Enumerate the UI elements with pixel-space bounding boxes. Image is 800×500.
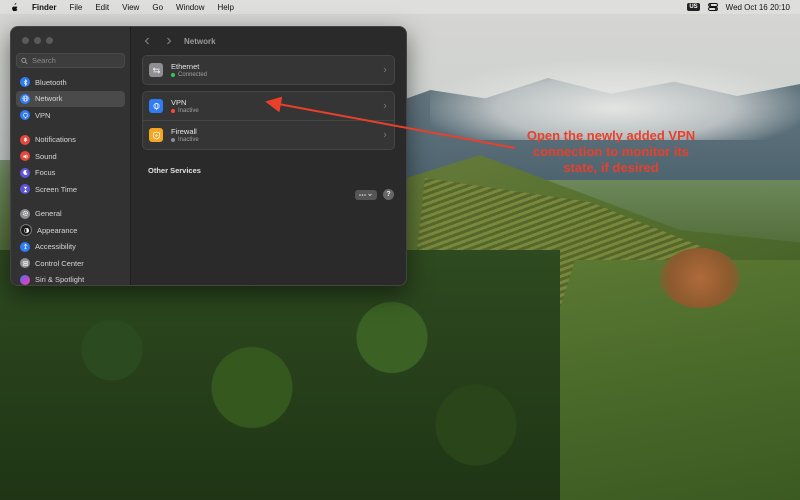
back-button[interactable] — [142, 36, 152, 46]
annotation-text: Open the newly added VPN connection to m… — [526, 128, 696, 175]
menu-edit[interactable]: Edit — [95, 3, 109, 12]
sidebar-item-label: Bluetooth — [35, 77, 67, 87]
status-dot — [171, 138, 175, 142]
more-options-button[interactable] — [355, 189, 377, 200]
sidebar-item-label: VPN — [35, 110, 51, 120]
sidebar-spacer — [11, 198, 130, 206]
close-window-button[interactable] — [22, 37, 29, 44]
sidebar-item-label: Appearance — [37, 225, 78, 235]
sidebar-search — [16, 53, 125, 68]
menu-app-finder[interactable]: Finder — [32, 3, 56, 12]
sidebar-item-network[interactable]: Network — [16, 90, 125, 107]
service-row-ethernet[interactable]: Ethernet Connected — [143, 56, 394, 84]
service-status-text: Connected — [178, 72, 208, 78]
sidebar-spacer — [11, 124, 130, 132]
chevron-right-icon — [167, 37, 172, 45]
window-controls — [11, 27, 130, 44]
sidebar-list: Bluetooth Network VPN Notifications Soun… — [11, 74, 130, 286]
ellipsis-chevron-icon — [359, 193, 372, 196]
firewall-icon — [149, 128, 163, 142]
sidebar-item-label: Sound — [35, 151, 57, 161]
sidebar-item-label: General — [35, 209, 62, 219]
settings-content: Network Ethernet Connected VPN Inactive … — [132, 27, 406, 285]
menu-bar: Finder File Edit View Go Window Help US … — [0, 0, 800, 14]
sidebar-item-bluetooth[interactable]: Bluetooth — [16, 74, 125, 91]
status-dot — [171, 73, 175, 77]
bell-icon — [20, 134, 30, 145]
sidebar-item-vpn[interactable]: VPN — [16, 107, 125, 124]
chevron-right-icon — [383, 67, 387, 73]
service-name: Firewall — [171, 127, 197, 136]
service-name: VPN — [171, 98, 187, 107]
sidebar-item-focus[interactable]: Focus — [16, 165, 125, 182]
chevron-right-icon — [383, 132, 387, 138]
system-settings-window: Bluetooth Network VPN Notifications Soun… — [10, 26, 407, 286]
sidebar-item-label: Notifications — [35, 135, 76, 145]
status-dot — [171, 109, 175, 113]
wallpaper-forest — [0, 250, 560, 500]
chevron-left-icon — [144, 37, 149, 45]
input-source-badge[interactable]: US — [687, 3, 700, 11]
menu-view[interactable]: View — [122, 3, 139, 12]
service-status: Inactive — [171, 137, 199, 143]
service-status: Connected — [171, 72, 207, 78]
other-services-heading: Other Services — [148, 166, 201, 175]
content-toolbar: Network — [132, 27, 406, 55]
sidebar-item-label: Siri & Spotlight — [35, 275, 85, 285]
menu-file[interactable]: File — [69, 3, 82, 12]
bluetooth-icon — [20, 77, 30, 88]
apple-logo-icon[interactable] — [10, 2, 19, 12]
speaker-icon — [20, 151, 30, 162]
sidebar-item-accessibility[interactable]: Accessibility — [16, 239, 125, 256]
service-row-firewall[interactable]: Firewall Inactive — [143, 120, 394, 149]
sidebar-item-label: Accessibility — [35, 242, 76, 252]
page-title: Network — [184, 36, 216, 46]
sidebar-item-sound[interactable]: Sound — [16, 148, 125, 165]
appearance-icon — [20, 224, 32, 237]
services-card: VPN Inactive Firewall Inactive — [142, 91, 395, 150]
sidebar-item-label: Screen Time — [35, 184, 78, 194]
service-status-text: Inactive — [178, 137, 199, 143]
zoom-window-button[interactable] — [46, 37, 53, 44]
sidebar-item-label: Control Center — [35, 258, 84, 268]
hourglass-icon — [20, 184, 30, 195]
sidebar-item-general[interactable]: General — [16, 206, 125, 223]
vpn-icon — [20, 110, 30, 121]
chevron-right-icon — [383, 103, 387, 109]
gear-icon — [20, 208, 30, 219]
control-center-icon — [20, 258, 30, 269]
bottom-controls: ? — [355, 189, 394, 200]
menu-help[interactable]: Help — [217, 3, 233, 12]
sidebar-item-notifications[interactable]: Notifications — [16, 132, 125, 149]
accessibility-icon — [20, 241, 30, 252]
search-input[interactable] — [28, 55, 124, 66]
vpn-globe-icon — [149, 99, 163, 113]
menu-window[interactable]: Window — [176, 3, 204, 12]
search-icon — [21, 57, 28, 64]
ethernet-icon — [149, 63, 163, 77]
menu-clock[interactable]: Wed Oct 16 20:10 — [726, 3, 790, 12]
globe-icon — [20, 93, 30, 104]
service-status: Inactive — [171, 108, 199, 114]
service-name: Ethernet — [171, 62, 200, 71]
moon-icon — [20, 167, 30, 178]
wallpaper-autumn-tree — [660, 248, 740, 308]
settings-sidebar: Bluetooth Network VPN Notifications Soun… — [11, 27, 131, 285]
control-center-icon[interactable] — [707, 3, 718, 11]
siri-icon — [20, 274, 30, 285]
sidebar-item-label: Network — [35, 94, 63, 104]
ethernet-card: Ethernet Connected — [142, 55, 395, 85]
sidebar-item-label: Focus — [35, 168, 56, 178]
sidebar-item-siri-spotlight[interactable]: Siri & Spotlight — [16, 272, 125, 286]
minimize-window-button[interactable] — [34, 37, 41, 44]
menu-go[interactable]: Go — [152, 3, 163, 12]
sidebar-item-control-center[interactable]: Control Center — [16, 255, 125, 272]
sidebar-item-screen-time[interactable]: Screen Time — [16, 181, 125, 198]
sidebar-item-appearance[interactable]: Appearance — [16, 222, 125, 239]
help-button[interactable]: ? — [383, 189, 394, 200]
service-status-text: Inactive — [178, 108, 199, 114]
forward-button[interactable] — [164, 36, 174, 46]
service-row-vpn[interactable]: VPN Inactive — [143, 92, 394, 120]
